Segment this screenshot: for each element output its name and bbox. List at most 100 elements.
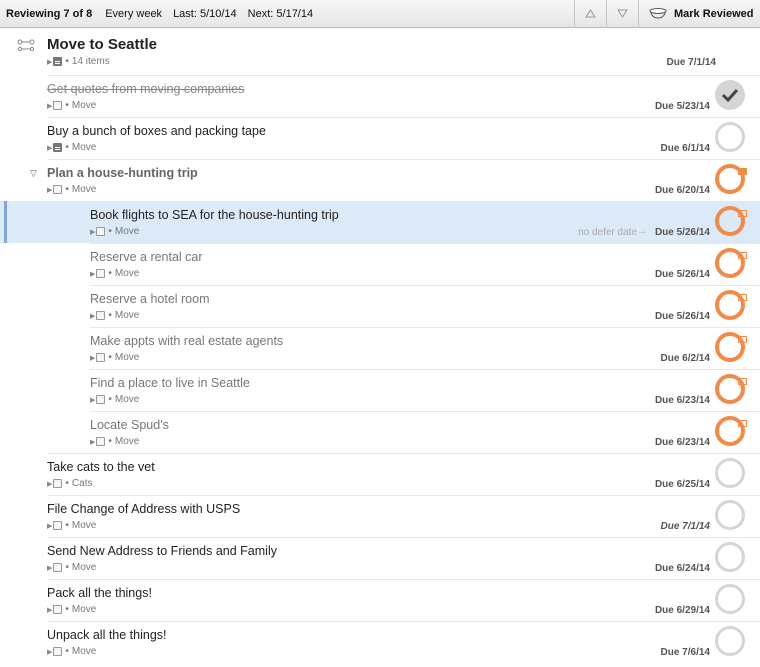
task-context[interactable]: Move bbox=[72, 100, 96, 111]
disclosure-arrow-icon[interactable]: ▶ bbox=[90, 270, 95, 278]
task-title[interactable]: Pack all the things! bbox=[47, 586, 152, 600]
task-checkbox[interactable] bbox=[715, 500, 745, 530]
disclosure-arrow-icon[interactable]: ▶ bbox=[90, 438, 95, 446]
task-context[interactable]: Move bbox=[72, 562, 96, 573]
disclosure-arrow-icon[interactable]: ▶ bbox=[90, 228, 95, 236]
note-icon[interactable] bbox=[53, 605, 63, 614]
flagged-task-checkbox[interactable] bbox=[715, 206, 745, 236]
task-checkbox[interactable] bbox=[715, 584, 745, 614]
project-title[interactable]: Move to Seattle bbox=[47, 36, 157, 53]
task-context[interactable]: Move bbox=[115, 310, 139, 321]
flagged-task-checkbox[interactable] bbox=[715, 290, 745, 320]
task-context[interactable]: Move bbox=[72, 520, 96, 531]
disclosure-arrow-icon[interactable]: ▶ bbox=[47, 480, 52, 488]
task-title[interactable]: Plan a house-hunting trip bbox=[47, 166, 198, 180]
task-title[interactable]: File Change of Address with USPS bbox=[47, 502, 240, 516]
task-context[interactable]: Move bbox=[72, 604, 96, 615]
task-row[interactable]: Reserve a hotel room ▶ • Move Due 5/26/14 bbox=[0, 285, 760, 327]
flagged-task-checkbox[interactable] bbox=[715, 164, 745, 194]
next-project-button[interactable] bbox=[606, 0, 638, 28]
note-icon[interactable] bbox=[53, 185, 63, 194]
completed-checkbox[interactable] bbox=[715, 80, 745, 110]
task-title[interactable]: Reserve a hotel room bbox=[90, 292, 210, 306]
task-checkbox[interactable] bbox=[715, 626, 745, 656]
task-context[interactable]: Move bbox=[72, 142, 96, 153]
task-title[interactable]: Get quotes from moving companies bbox=[47, 82, 244, 96]
project-row[interactable]: Move to Seattle ▶ • 14 items Due 7/1/14 bbox=[0, 29, 760, 75]
task-context[interactable]: Move bbox=[115, 436, 139, 447]
note-icon[interactable] bbox=[53, 563, 63, 572]
note-icon[interactable] bbox=[96, 269, 106, 278]
task-due-date[interactable]: Due 6/23/14 bbox=[655, 395, 710, 406]
task-title[interactable]: Locate Spud's bbox=[90, 418, 169, 432]
note-icon[interactable] bbox=[96, 311, 106, 320]
note-icon[interactable] bbox=[53, 143, 63, 152]
task-row[interactable]: ▽ Plan a house-hunting trip ▶ • Move Due 6/20… bbox=[0, 159, 760, 201]
task-title[interactable]: Unpack all the things! bbox=[47, 628, 167, 642]
note-icon[interactable] bbox=[53, 647, 63, 656]
task-checkbox[interactable] bbox=[715, 122, 745, 152]
disclosure-arrow-icon[interactable]: ▶ bbox=[47, 606, 52, 614]
task-context[interactable]: Move bbox=[115, 394, 139, 405]
task-title[interactable]: Find a place to live in Seattle bbox=[90, 376, 250, 390]
task-context[interactable]: Move bbox=[115, 352, 139, 363]
task-context[interactable]: Move bbox=[72, 646, 96, 657]
disclosure-arrow-icon[interactable]: ▶ bbox=[47, 144, 52, 152]
task-row[interactable]: Send New Address to Friends and Family ▶ •… bbox=[0, 537, 760, 579]
task-title[interactable]: Make appts with real estate agents bbox=[90, 334, 283, 348]
task-context[interactable]: Cats bbox=[72, 478, 93, 489]
note-icon[interactable] bbox=[96, 395, 106, 404]
disclosure-arrow-icon[interactable]: ▶ bbox=[47, 564, 52, 572]
task-row[interactable]: Unpack all the things! ▶ • Move Due 7/6/14 bbox=[0, 621, 760, 663]
expand-triangle-icon[interactable]: ▽ bbox=[30, 168, 37, 179]
task-row[interactable]: Take cats to the vet ▶ • Cats Due 6/25/14 bbox=[0, 453, 760, 495]
disclosure-arrow-icon[interactable]: ▶ bbox=[47, 102, 52, 110]
task-title[interactable]: Send New Address to Friends and Family bbox=[47, 544, 277, 558]
note-icon[interactable] bbox=[53, 521, 63, 530]
task-row[interactable]: Book flights to SEA for the house-huntin… bbox=[0, 201, 760, 243]
task-title[interactable]: Buy a bunch of boxes and packing tape bbox=[47, 124, 266, 138]
note-icon[interactable] bbox=[96, 353, 106, 362]
task-due-date[interactable]: Due 6/23/14 bbox=[655, 437, 710, 448]
task-row[interactable]: Find a place to live in Seattle ▶ • Move Due… bbox=[0, 369, 760, 411]
task-due-date[interactable]: Due 6/2/14 bbox=[661, 353, 710, 364]
task-context[interactable]: Move bbox=[72, 184, 96, 195]
task-due-date[interactable]: Due 5/26/14 bbox=[655, 311, 710, 322]
note-icon[interactable] bbox=[53, 479, 63, 488]
task-row[interactable]: File Change of Address with USPS ▶ • Move Du… bbox=[0, 495, 760, 537]
task-title[interactable]: Reserve a rental car bbox=[90, 250, 203, 264]
task-due-date[interactable]: Due 6/1/14 bbox=[661, 143, 710, 154]
task-row[interactable]: Locate Spud's ▶ • Move Due 6/23/14 bbox=[0, 411, 760, 453]
task-title[interactable]: Take cats to the vet bbox=[47, 460, 155, 474]
flagged-task-checkbox[interactable] bbox=[715, 248, 745, 278]
task-due-date[interactable]: Due 5/26/14 bbox=[655, 227, 710, 238]
disclosure-arrow-icon[interactable]: ▶ bbox=[90, 396, 95, 404]
note-icon[interactable] bbox=[53, 57, 63, 66]
disclosure-arrow-icon[interactable]: ▶ bbox=[47, 58, 52, 66]
task-context[interactable]: Move bbox=[115, 268, 139, 279]
task-row[interactable]: Buy a bunch of boxes and packing tape ▶ • M… bbox=[0, 117, 760, 159]
task-checkbox[interactable] bbox=[715, 458, 745, 488]
previous-project-button[interactable] bbox=[574, 0, 606, 28]
task-checkbox[interactable] bbox=[715, 542, 745, 572]
disclosure-arrow-icon[interactable]: ▶ bbox=[47, 648, 52, 656]
flagged-task-checkbox[interactable] bbox=[715, 416, 745, 446]
disclosure-arrow-icon[interactable]: ▶ bbox=[90, 312, 95, 320]
disclosure-arrow-icon[interactable]: ▶ bbox=[47, 186, 52, 194]
disclosure-arrow-icon[interactable]: ▶ bbox=[90, 354, 95, 362]
note-icon[interactable] bbox=[96, 437, 106, 446]
task-due-date[interactable]: Due 5/26/14 bbox=[655, 269, 710, 280]
disclosure-arrow-icon[interactable]: ▶ bbox=[47, 522, 52, 530]
task-context[interactable]: Move bbox=[115, 226, 139, 237]
task-row[interactable]: Make appts with real estate agents ▶ • Move… bbox=[0, 327, 760, 369]
task-due-date[interactable]: Due 7/1/14 bbox=[661, 521, 710, 532]
note-icon[interactable] bbox=[53, 101, 63, 110]
defer-date[interactable]: no defer date bbox=[578, 227, 637, 238]
task-due-date[interactable]: Due 6/20/14 bbox=[655, 185, 710, 196]
task-due-date[interactable]: Due 6/25/14 bbox=[655, 479, 710, 490]
task-due-date[interactable]: Due 6/24/14 bbox=[655, 563, 710, 574]
task-due-date[interactable]: Due 6/29/14 bbox=[655, 605, 710, 616]
task-row[interactable]: Reserve a rental car ▶ • Move Due 5/26/14 bbox=[0, 243, 760, 285]
task-due-date[interactable]: Due 7/6/14 bbox=[661, 647, 710, 658]
task-row[interactable]: Pack all the things! ▶ • Move Due 6/29/14 bbox=[0, 579, 760, 621]
